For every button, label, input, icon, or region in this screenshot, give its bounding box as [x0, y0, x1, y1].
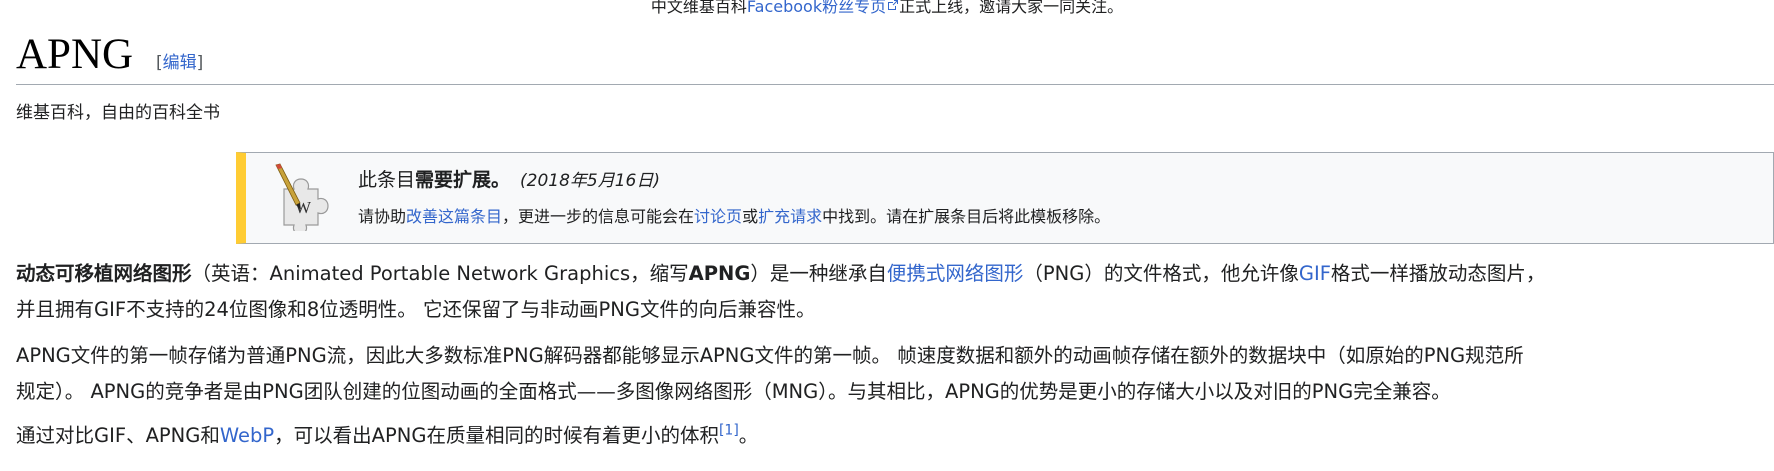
paragraph-intro: 动态可移植网络图形（英语：Animated Portable Network G… [16, 256, 1545, 328]
edit-link[interactable]: 编辑 [163, 53, 197, 73]
notice-title: 此条目需要扩展。 (2018年5月16日) [358, 167, 660, 194]
article-subject-bold: 动态可移植网络图形 [16, 262, 192, 285]
paragraph-intro-line-1: 动态可移植网络图形（英语：Animated Portable Network G… [16, 256, 1545, 292]
notice-body: 请协助改善这篇条目，更进一步的信息可能会在讨论页或扩充请求中找到。请在扩展条目后… [358, 206, 1110, 228]
paragraph-comparison: 通过对比GIF、APNG和WebP，可以看出APNG在质量相同的时候有着更小的体… [16, 418, 758, 454]
expand-notice-box: W 此条目需要扩展。 (2018年5月16日) 请协助改善这篇条目，更进一步的信息… [236, 152, 1774, 244]
intro-text-1: （英语：Animated Portable Network Graphics，缩… [191, 262, 689, 285]
edit-section: [编辑] [156, 48, 203, 73]
webp-link[interactable]: WebP [220, 424, 274, 447]
reference-1-link[interactable]: [1] [719, 423, 739, 439]
comparison-text-1: 通过对比GIF、APNG和 [16, 424, 220, 447]
facebook-fan-page-link[interactable]: Facebook粉丝专页 [747, 0, 886, 16]
paragraph-structure-line-1: APNG文件的第一帧存储为普通PNG流，因此大多数标准PNG解码器都能够显示AP… [16, 344, 1524, 367]
page-title: APNG [16, 31, 134, 78]
notice-body-text-1: 请协助 [358, 207, 407, 226]
improve-article-link[interactable]: 改善这篇条目 [406, 207, 502, 226]
site-notice: 中文维基百科Facebook粉丝专页 正式上线，邀请大家一同关注。 [0, 0, 1774, 16]
intro-text-2: ）是一种继承自 [750, 262, 887, 285]
notice-body-text-2: ，更进一步的信息可能会在 [502, 207, 695, 226]
notice-title-bold: 需要扩展。 [415, 169, 511, 191]
notice-body-text-4: 中找到。请在扩展条目后将此模板移除。 [822, 207, 1111, 226]
comparison-text-3: 。 [738, 424, 759, 447]
talk-page-link[interactable]: 讨论页 [694, 207, 742, 226]
intro-text-3: （PNG）的文件格式，他允许像 [1023, 262, 1299, 285]
site-tagline: 维基百科，自由的百科全书 [16, 103, 220, 123]
notice-date: (2018年5月16日) [520, 171, 661, 191]
png-link[interactable]: 便携式网络图形 [887, 262, 1024, 285]
abbreviation-bold: APNG [688, 262, 751, 285]
wiki-puzzle-pen-icon: W [275, 163, 329, 231]
paragraph-structure: APNG文件的第一帧存储为普通PNG流，因此大多数标准PNG解码器都能够显示AP… [16, 338, 1524, 410]
comparison-text-2: ，可以看出APNG在质量相同的时候有着更小的体积 [274, 424, 719, 447]
edit-bracket-open: [ [156, 53, 163, 73]
notice-title-prefix: 此条目 [358, 169, 416, 191]
notice-body-text-3: 或 [742, 207, 759, 226]
intro-text-4: 格式一样播放动态图片， [1330, 262, 1546, 285]
paragraph-structure-line-2: 规定）。 APNG的竞争者是由PNG团队创建的位图动画的全面格式——多图像网络图… [16, 380, 1451, 403]
paragraph-intro-line-2: 并且拥有GIF不支持的24位图像和8位透明性。 它还保留了与非动画PNG文件的向… [16, 298, 816, 321]
heading-divider [16, 84, 1774, 85]
expand-request-link[interactable]: 扩充请求 [758, 207, 822, 226]
external-link-icon [888, 0, 899, 10]
site-notice-text-before: 中文维基百科 [650, 0, 747, 16]
edit-bracket-close: ] [196, 53, 204, 73]
gif-link[interactable]: GIF [1299, 262, 1331, 285]
site-notice-text-after: 正式上线，邀请大家一同关注。 [899, 0, 1124, 16]
